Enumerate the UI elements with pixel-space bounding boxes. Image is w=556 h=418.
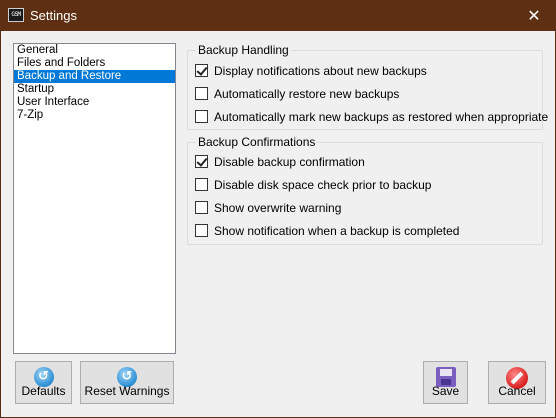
defaults-button[interactable]: Defaults [15, 361, 72, 404]
checkbox-box[interactable] [195, 155, 208, 168]
checkbox-box[interactable] [195, 178, 208, 191]
checkbox-box[interactable] [195, 224, 208, 237]
category-list[interactable]: General Files and Folders Backup and Res… [13, 43, 176, 354]
window-title: Settings [30, 8, 77, 23]
button-label: Save [431, 384, 460, 398]
save-button[interactable]: Save [423, 361, 468, 404]
reset-warnings-button[interactable]: Reset Warnings [80, 361, 174, 404]
backup-confirmations-group: Backup Confirmations Disable backup conf… [187, 136, 543, 245]
button-label: Reset Warnings [84, 384, 170, 398]
checkbox-box[interactable] [195, 64, 208, 77]
checkbox-box[interactable] [195, 110, 208, 123]
checkbox-label[interactable]: Disable disk space check prior to backup [214, 178, 431, 192]
settings-client-area: General Files and Folders Backup and Res… [1, 31, 555, 417]
group-title: Backup Confirmations [196, 135, 318, 149]
button-label: Defaults [21, 384, 66, 398]
category-item-general[interactable]: General [14, 44, 175, 57]
checkbox-label[interactable]: Show overwrite warning [214, 201, 341, 215]
checkbox-label[interactable]: Automatically mark new backups as restor… [214, 110, 548, 124]
checkbox-label[interactable]: Disable backup confirmation [214, 155, 365, 169]
checkbox-box[interactable] [195, 87, 208, 100]
category-item-user-interface[interactable]: User Interface [14, 96, 175, 109]
category-item-startup[interactable]: Startup [14, 83, 175, 96]
checkbox-label[interactable]: Automatically restore new backups [214, 87, 399, 101]
settings-window: GSM Settings ✕ General Files and Folders… [0, 0, 556, 418]
checkbox-box[interactable] [195, 201, 208, 214]
cancel-button[interactable]: Cancel [488, 361, 546, 404]
app-icon: GSM [8, 8, 24, 22]
category-item-files-and-folders[interactable]: Files and Folders [14, 57, 175, 70]
group-title: Backup Handling [196, 43, 291, 57]
backup-handling-group: Backup Handling Display notifications ab… [187, 44, 548, 130]
title-bar[interactable]: GSM Settings ✕ [0, 0, 556, 31]
checkbox-label[interactable]: Show notification when a backup is compl… [214, 224, 459, 238]
button-label: Cancel [498, 384, 536, 398]
category-item-backup-and-restore[interactable]: Backup and Restore [14, 70, 175, 83]
category-item-7-zip[interactable]: 7-Zip [14, 109, 175, 122]
checkbox-label[interactable]: Display notifications about new backups [214, 64, 427, 78]
close-icon[interactable]: ✕ [512, 0, 556, 31]
